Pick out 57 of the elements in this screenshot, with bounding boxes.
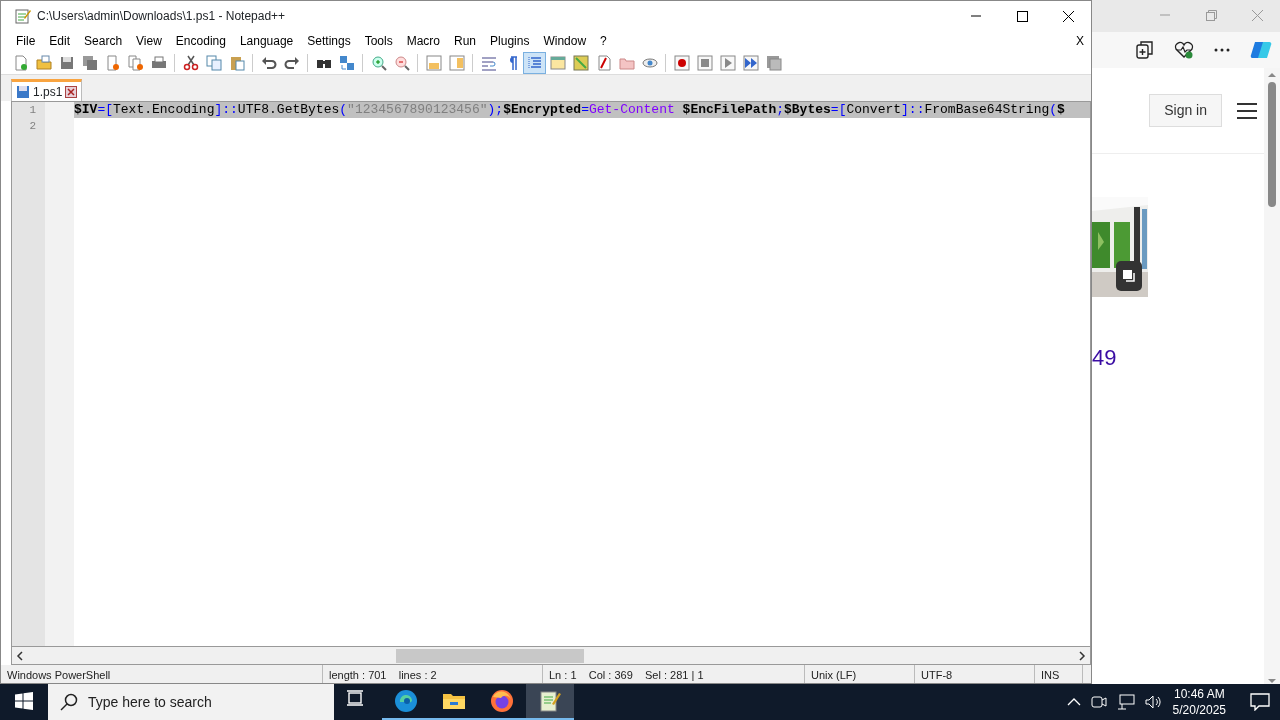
menu-item[interactable]: Plugins [483,32,537,50]
close-document-button[interactable]: X [1069,32,1091,50]
sign-in-button[interactable]: Sign in [1149,94,1222,127]
scrollbar-thumb[interactable] [1268,82,1276,207]
chevron-up-icon[interactable] [1066,698,1081,706]
search-icon [60,693,78,711]
line-number: 1 [28,103,37,118]
menu-item[interactable]: ? [593,32,614,50]
gallery-badge[interactable] [1116,261,1142,291]
menu-item[interactable]: Edit [42,32,78,50]
line-number: 2 [28,119,37,134]
close-tab-icon[interactable] [65,85,78,98]
menu-item[interactable]: Encoding [168,32,233,50]
scrollbar-thumb[interactable] [396,648,584,663]
camera-icon[interactable] [1090,694,1107,710]
menu-item[interactable]: Settings [300,32,358,50]
scroll-right-icon[interactable] [1078,650,1086,661]
status-text: Windows PowerShell [1,665,323,683]
scroll-left-icon[interactable] [16,650,24,661]
maximize-icon[interactable] [1015,9,1029,23]
notification-icon[interactable] [1250,693,1270,711]
clock-time[interactable]: 10:46 AM [1172,686,1226,702]
price-text: 49 [1092,344,1118,372]
close-icon[interactable] [1061,9,1075,23]
notepad-icon [15,8,31,24]
status-text: length : 701 lines : 2 [323,665,543,683]
menu-item[interactable]: Tools [357,32,400,50]
menu-item[interactable]: File [9,32,43,50]
menu-item[interactable]: Language [232,32,301,50]
menu-item[interactable]: View [129,32,169,50]
scroll-up-icon[interactable] [1267,72,1277,78]
gallery-icon [1122,269,1136,283]
network-icon[interactable] [1116,694,1135,710]
heart-pulse-icon[interactable] [1174,41,1194,59]
menu-item[interactable]: Window [536,32,594,50]
copilot-icon[interactable] [1250,39,1272,61]
menu-item[interactable]: Search [77,32,130,50]
menu-item[interactable]: Macro [399,32,447,50]
status-text: Unix (LF) [805,665,915,683]
windows-logo-icon[interactable] [15,692,33,710]
restore-icon[interactable] [1204,8,1218,22]
fox-browser-icon[interactable] [490,689,514,713]
window-title: C:\Users\admin\Downloads\1.ps1 - Notepad++ [37,8,286,25]
file-tab[interactable]: 1.ps1 [11,79,83,101]
browser-icon[interactable] [394,689,418,713]
menu-icon[interactable] [1236,102,1258,119]
menu-item[interactable]: Run [447,32,484,50]
status-text: Ln : 1 Col : 369 Sel : 281 | 1 [543,665,805,683]
taskbar-app[interactable] [526,684,574,720]
volume-icon[interactable] [1144,694,1163,710]
collections-icon[interactable] [1136,41,1154,59]
status-text: INS [1035,665,1083,683]
notepad-icon[interactable] [538,689,562,713]
status-text: UTF-8 [915,665,1035,683]
search-field[interactable]: Type here to search [48,684,334,720]
clock-date[interactable]: 5/20/2025 [1172,702,1226,718]
more-icon[interactable] [1214,48,1230,52]
